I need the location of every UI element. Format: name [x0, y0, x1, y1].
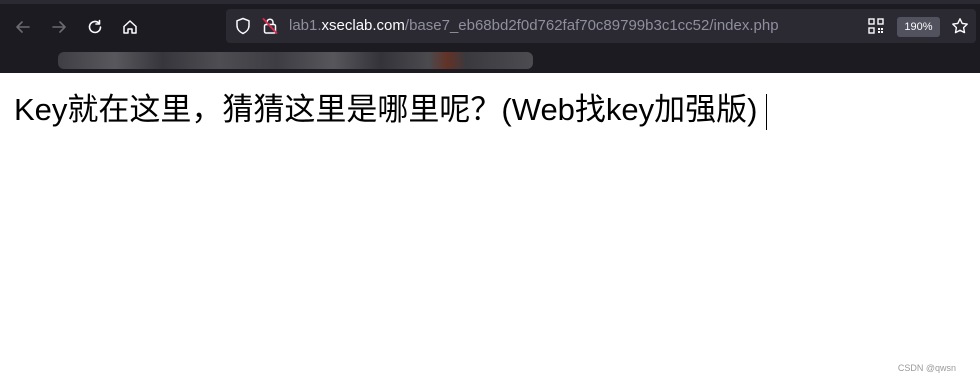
url-text[interactable]: lab1.xseclab.com/base7_eb68bd2f0d762faf7…	[289, 17, 779, 35]
bookmark-star-icon[interactable]	[951, 17, 969, 35]
bookmarks-toolbar	[0, 48, 980, 73]
back-button[interactable]	[10, 14, 36, 40]
shield-icon[interactable]	[234, 17, 252, 35]
home-icon	[123, 20, 137, 34]
reload-icon	[88, 19, 102, 34]
url-domain: xseclab.com	[321, 17, 405, 34]
zoom-level-badge[interactable]: 190%	[897, 17, 940, 37]
url-path: /base7_eb68bd2f0d762faf70c89799b3c1cc52/…	[404, 17, 779, 34]
watermark: CSDN @qwsn	[897, 363, 956, 373]
page-heading: Key就在这里，猜猜这里是哪里呢？(Web找key加强版)	[14, 92, 758, 127]
insecure-lock-icon[interactable]	[261, 17, 279, 35]
address-bar[interactable]: lab1.xseclab.com/base7_eb68bd2f0d762faf7…	[226, 9, 976, 43]
arrow-right-icon	[52, 21, 66, 33]
home-button[interactable]	[117, 14, 143, 40]
browser-toolbar: lab1.xseclab.com/base7_eb68bd2f0d762faf7…	[0, 0, 980, 48]
page-content: Key就在这里，猜猜这里是哪里呢？(Web找key加强版)	[14, 90, 768, 130]
reload-button[interactable]	[82, 14, 108, 40]
blurred-bookmarks	[58, 52, 533, 69]
url-prefix: lab1.	[289, 17, 322, 34]
arrow-left-icon	[16, 21, 30, 33]
text-caret	[766, 93, 768, 130]
forward-button[interactable]	[46, 14, 72, 40]
qr-code-icon[interactable]	[867, 17, 885, 35]
